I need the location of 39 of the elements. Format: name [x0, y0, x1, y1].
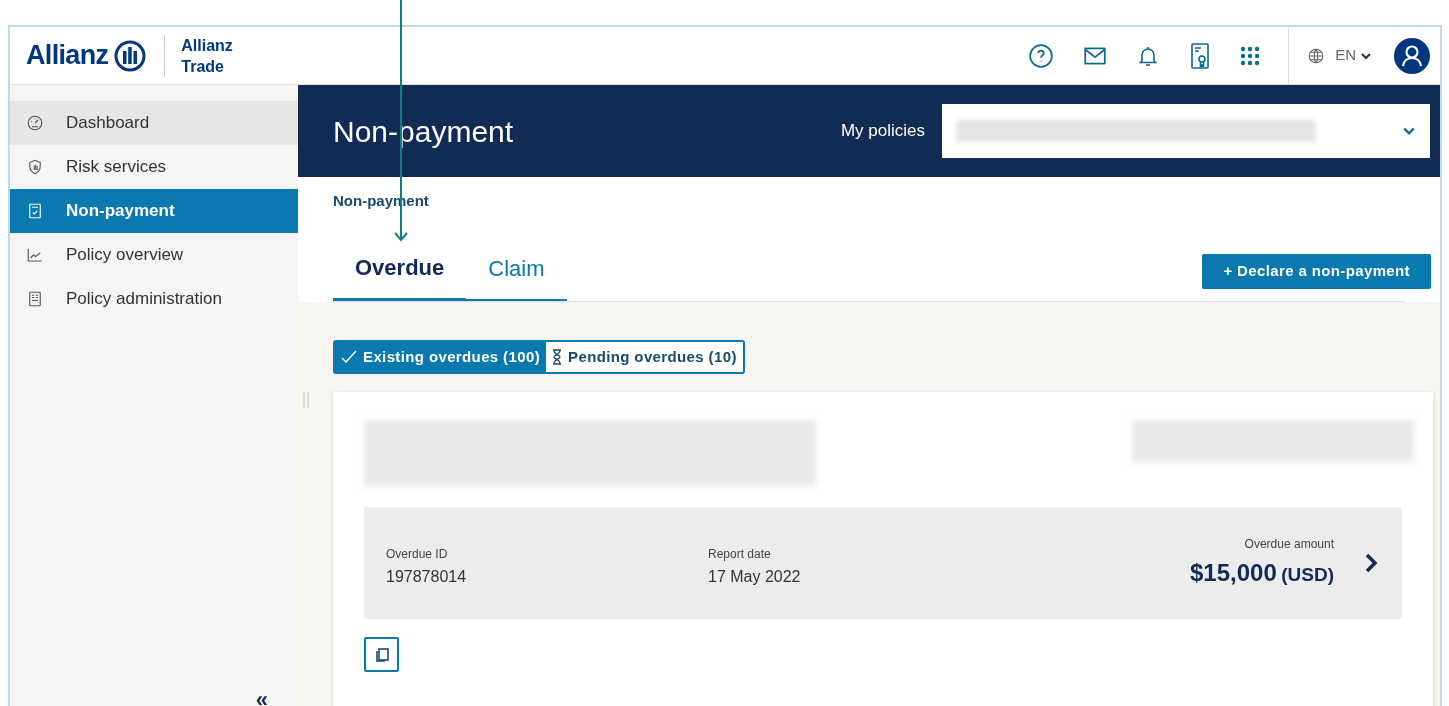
field-label: Overdue ID [386, 546, 449, 563]
filter-toggle[interactable]: Existing overdues (100) [335, 342, 547, 372]
filter-toggle[interactable]: Pending overdues (10) [546, 342, 743, 372]
amount-label: Overdue amount [1244, 536, 1334, 553]
brand-text: Trade [181, 56, 225, 77]
shield-hand-icon [26, 158, 44, 176]
globe-icon [1307, 46, 1326, 65]
logo-text: Allianz [26, 39, 109, 73]
copy-icon [373, 646, 390, 663]
field-value: 17 May 2022 [708, 567, 802, 587]
page-title: Non-payment [333, 113, 514, 150]
chart-icon [26, 246, 44, 264]
collapse-button[interactable]: « [255, 689, 268, 706]
chevron-right-icon[interactable] [1364, 552, 1378, 574]
help-icon[interactable] [1028, 42, 1055, 69]
sidebar-item[interactable]: Policy administration [10, 277, 298, 321]
sidebar-item[interactable]: Non-payment [10, 189, 298, 233]
sidebar-item[interactable]: Dashboard [10, 101, 298, 145]
gauge-icon [26, 114, 44, 132]
drag-handle-icon[interactable] [303, 392, 309, 408]
document-icon [26, 290, 44, 308]
sidebar-item[interactable]: Policy overview [10, 233, 298, 277]
overdue-row[interactable]: Overdue ID 197878014 Report date 17 May 2022 Overdue amount $15,000 (USD) [364, 507, 1402, 619]
user-avatar-icon[interactable] [1394, 37, 1430, 74]
logo-icon [114, 39, 147, 72]
field-label: Report date [708, 546, 772, 563]
brand-text: Allianz [181, 35, 233, 56]
copy-button[interactable] [364, 637, 399, 672]
sidebar-item[interactable]: Risk services [10, 145, 298, 189]
apps-grid-icon[interactable] [1240, 45, 1261, 66]
tab[interactable]: Claim [466, 251, 567, 299]
checklist-icon [26, 202, 44, 220]
amount-value: $15,000 (USD) [1190, 558, 1334, 588]
field-value: 197878014 [386, 567, 468, 587]
check-icon [341, 350, 357, 364]
hourglass-icon [552, 349, 563, 365]
policies-label: My policies [840, 120, 925, 143]
language-selector[interactable]: EN [1335, 44, 1372, 67]
declare-button[interactable]: + Declare a non-payment [1202, 254, 1431, 289]
